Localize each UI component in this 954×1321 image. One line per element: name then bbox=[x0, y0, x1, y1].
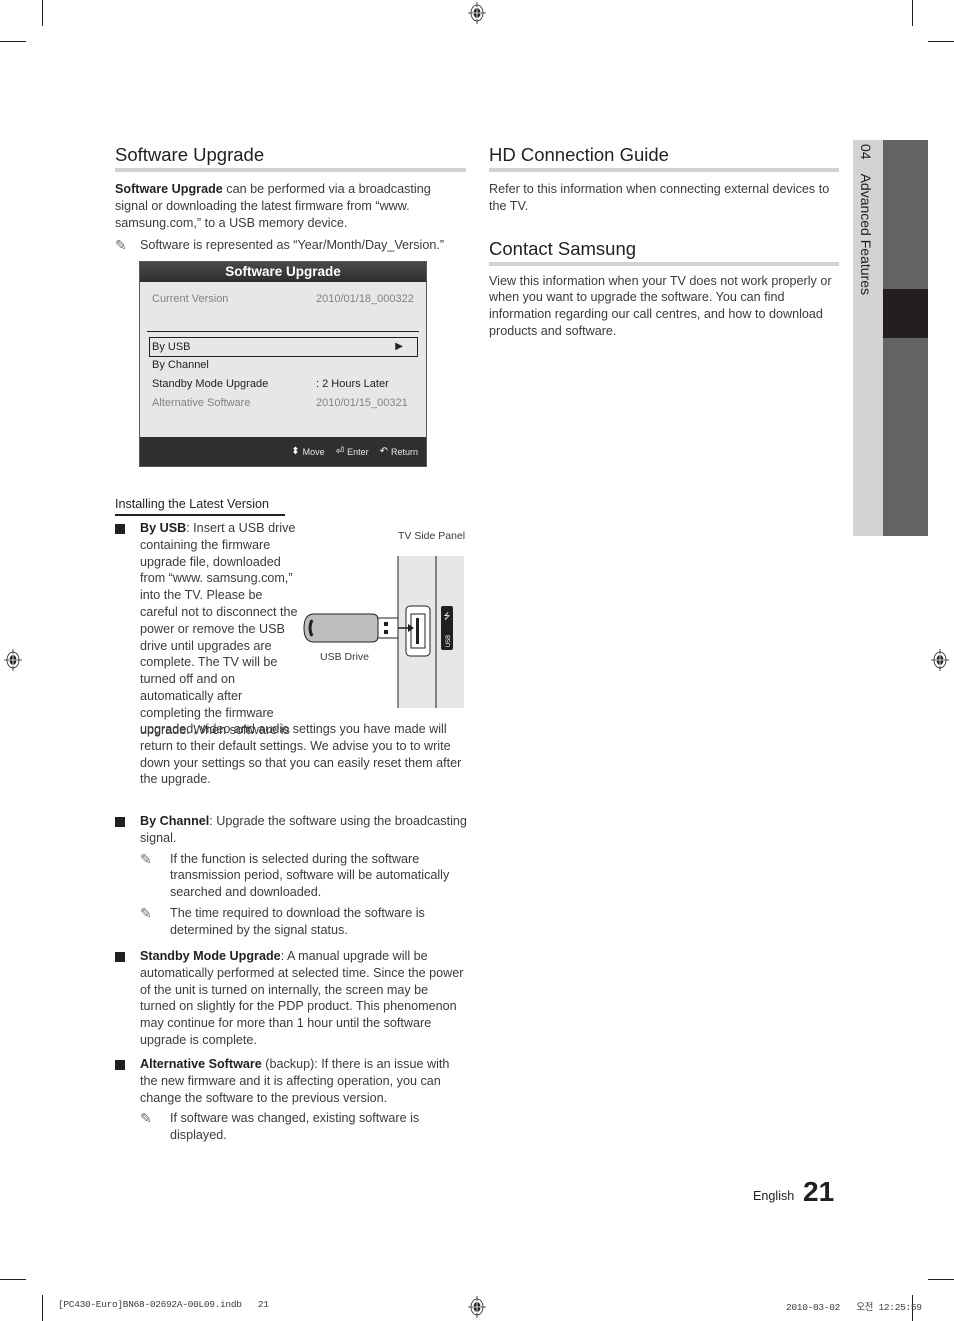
by-usb-bold: By USB bbox=[140, 521, 187, 535]
software-upgrade-intro: Software Upgrade can be performed via a … bbox=[115, 181, 466, 231]
crop-mark bbox=[912, 0, 913, 26]
current-version-label: Current Version bbox=[152, 293, 229, 305]
pencil-note-icon: ✎ bbox=[115, 237, 127, 254]
up-down-icon: ⬍ bbox=[291, 446, 300, 457]
return-icon: ↶ bbox=[379, 446, 388, 457]
svg-text:⭍: ⭍ bbox=[444, 612, 451, 621]
crop-mark bbox=[928, 1279, 954, 1280]
hd-connection-guide-text: Refer to this information when connectin… bbox=[489, 182, 830, 213]
alternative-text: Alternative Software (backup): If there … bbox=[140, 1056, 467, 1106]
enter-icon: ⏎ bbox=[335, 446, 345, 457]
osd-menu-item-alternative-software: Alternative Software 2010/01/15_00321 bbox=[152, 396, 418, 410]
software-upgrade-heading: Software Upgrade bbox=[115, 143, 466, 172]
registration-mark-icon bbox=[931, 649, 949, 671]
pencil-note-icon: ✎ bbox=[140, 904, 152, 921]
crop-mark bbox=[0, 1279, 26, 1280]
menu-value: : 2 Hours Later bbox=[316, 378, 389, 390]
current-version-value: 2010/01/18_000322 bbox=[316, 293, 414, 305]
osd-divider bbox=[147, 331, 419, 332]
alternative-note: ✎ If software was changed, existing softw… bbox=[140, 1110, 467, 1144]
by-channel-bold: By Channel bbox=[140, 814, 210, 828]
software-upgrade-section: Software Upgrade Software Upgrade can be… bbox=[115, 143, 466, 254]
crop-mark bbox=[42, 1295, 43, 1321]
by-usb-text-continued: upgraded, video and audio settings you h… bbox=[140, 722, 462, 787]
installing-latest-version-heading: Installing the Latest Version bbox=[115, 496, 285, 516]
by-usb-text: By USB: Insert a USB drive containing th… bbox=[140, 520, 300, 738]
menu-label: Alternative Software bbox=[152, 397, 251, 409]
hint-label: Return bbox=[390, 446, 418, 457]
osd-enter-hint: ⏎ Enter bbox=[336, 446, 369, 457]
osd-menu-item-by-usb[interactable]: By USB ▶ bbox=[149, 337, 418, 357]
osd-software-upgrade-screen: Software Upgrade Current Version 2010/01… bbox=[139, 261, 427, 467]
chapter-tab-label: 04 Advanced Features bbox=[858, 144, 874, 295]
chapter-tab-strip bbox=[883, 140, 928, 536]
standby-body: : A manual upgrade will be automatically… bbox=[140, 949, 464, 1047]
tv-side-panel-label: TV Side Panel bbox=[398, 530, 466, 542]
print-slug-left: [PC430-Euro]BN68-02692A-00L09.indb 21 bbox=[58, 1299, 269, 1310]
usb-drive-body bbox=[303, 613, 379, 643]
osd-return-hint: ↶ Return bbox=[380, 446, 418, 457]
menu-label: Standby Mode Upgrade bbox=[152, 378, 269, 390]
by-channel-note-1: ✎ If the function is selected during the … bbox=[140, 851, 467, 901]
page-language: English bbox=[753, 1189, 795, 1203]
by-usb-body: : Insert a USB drive containing the firm… bbox=[140, 521, 298, 737]
menu-value: 2010/01/15_00321 bbox=[316, 397, 408, 409]
usb-drive-label: USB Drive bbox=[320, 651, 370, 663]
note-text: Software is represented as “Year/Month/D… bbox=[140, 238, 445, 253]
by-channel-text: By Channel: Upgrade the software using t… bbox=[140, 813, 467, 847]
page-number: 21 bbox=[803, 1176, 835, 1207]
osd-menu-item-standby-mode-upgrade[interactable]: Standby Mode Upgrade : 2 Hours Later bbox=[152, 377, 418, 391]
bullet-icon bbox=[115, 1060, 125, 1070]
bullet-icon bbox=[115, 524, 125, 534]
play-arrow-icon: ▶ bbox=[395, 341, 403, 352]
intro-bold: Software Upgrade bbox=[115, 182, 223, 196]
osd-move-hint: ⬍ Move bbox=[291, 446, 324, 457]
osd-footer: ⬍ Move ⏎ Enter ↶ Return bbox=[140, 437, 426, 466]
note-text: If the function is selected during the s… bbox=[170, 851, 450, 900]
alternative-software-item: Alternative Software (backup): If there … bbox=[115, 1056, 467, 1144]
chapter-tab-active-marker bbox=[883, 289, 928, 338]
contact-samsung-text: View this information when your TV does … bbox=[489, 273, 832, 338]
usb-drive-plug bbox=[377, 617, 399, 639]
registration-mark-icon bbox=[468, 2, 486, 24]
right-column: HD Connection Guide Refer to this inform… bbox=[489, 143, 839, 340]
hint-label: Move bbox=[302, 446, 325, 457]
print-slug-right: 2010-03-02 오전 12:25:59 bbox=[786, 1302, 922, 1313]
crop-mark bbox=[42, 0, 43, 26]
standby-bold: Standby Mode Upgrade bbox=[140, 949, 281, 963]
registration-mark-icon bbox=[4, 649, 22, 671]
standby-mode-upgrade-item: Standby Mode Upgrade: A manual upgrade w… bbox=[115, 948, 467, 1049]
hd-connection-guide-heading: HD Connection Guide bbox=[489, 143, 839, 172]
contact-samsung-heading: Contact Samsung bbox=[489, 237, 839, 266]
registration-mark-icon bbox=[468, 1296, 486, 1318]
osd-current-version: Current Version 2010/01/18_000322 bbox=[152, 292, 418, 306]
usb-connection-diagram: USB ⭍ bbox=[303, 556, 464, 708]
note-text: If software was changed, existing softwa… bbox=[170, 1111, 420, 1143]
standby-text: Standby Mode Upgrade: A manual upgrade w… bbox=[140, 948, 467, 1049]
pencil-note-icon: ✎ bbox=[140, 850, 152, 867]
version-format-note: ✎ Software is represented as “Year/Month… bbox=[115, 237, 466, 254]
chapter-title: Advanced Features bbox=[858, 173, 874, 295]
bullet-icon bbox=[115, 817, 125, 827]
bullet-icon bbox=[115, 952, 125, 962]
note-text: The time required to download the softwa… bbox=[170, 905, 425, 937]
by-channel-note-2: ✎ The time required to download the softw… bbox=[140, 905, 467, 939]
alternative-bold: Alternative Software bbox=[140, 1057, 262, 1071]
chapter-number: 04 bbox=[858, 144, 874, 160]
hint-label: Enter bbox=[347, 446, 369, 457]
crop-mark bbox=[0, 41, 26, 42]
by-channel-item: By Channel: Upgrade the software using t… bbox=[115, 813, 467, 939]
svg-text:USB: USB bbox=[446, 635, 452, 647]
osd-menu-item-by-channel[interactable]: By Channel bbox=[152, 358, 418, 372]
menu-label: By Channel bbox=[152, 359, 209, 371]
osd-title: Software Upgrade bbox=[140, 262, 426, 282]
crop-mark bbox=[928, 41, 954, 42]
pencil-note-icon: ✎ bbox=[140, 1110, 152, 1127]
menu-label: By USB bbox=[152, 341, 191, 353]
